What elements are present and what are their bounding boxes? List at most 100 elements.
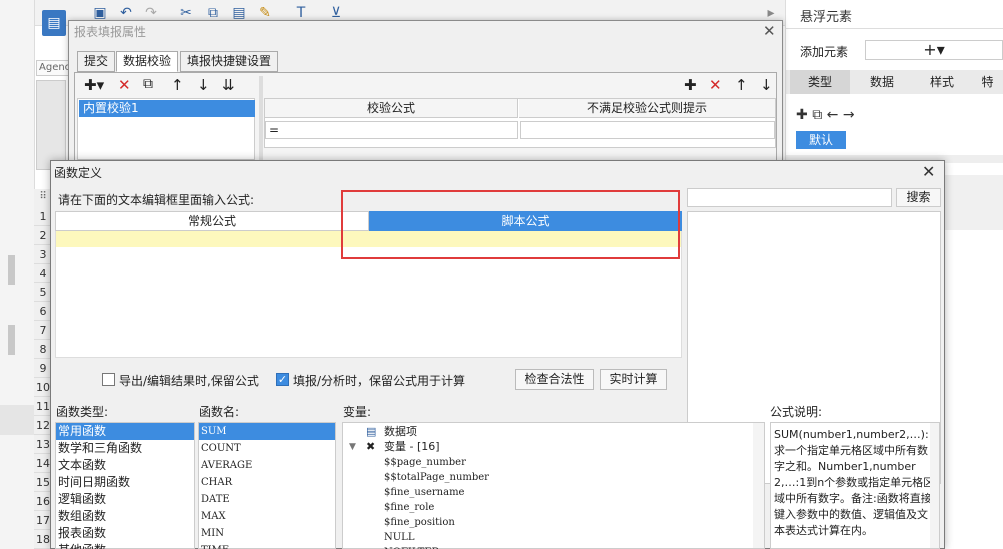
search-input[interactable] <box>687 188 892 207</box>
fill-keep-formula-checkbox[interactable]: ✓ <box>276 373 289 386</box>
tree-item[interactable]: $fine_role <box>384 500 434 515</box>
tree-item[interactable]: $fine_position <box>384 515 455 530</box>
left-sidebar <box>0 0 35 549</box>
move-bottom-icon[interactable]: ⇊ <box>222 76 235 94</box>
function-type-label: 函数类型: <box>56 405 109 419</box>
tab-type[interactable]: 类型 <box>790 70 850 94</box>
tree-item[interactable]: $fine_username <box>384 485 464 500</box>
default-item[interactable]: 默认 <box>796 131 846 149</box>
arrow-up-icon[interactable]: ↑ <box>171 76 184 94</box>
list-item[interactable]: 逻辑函数 <box>56 491 194 508</box>
copy-icon[interactable]: ⧉ <box>812 107 822 123</box>
template-icon[interactable]: ▤ <box>42 10 66 36</box>
left-sidebar-panel <box>0 405 35 435</box>
message-cell[interactable] <box>520 121 775 139</box>
add-icon[interactable]: ✚▾ <box>84 76 104 94</box>
arrow-down-icon[interactable]: ↓ <box>197 76 210 94</box>
tree-item[interactable]: $$totalPage_number <box>384 470 489 485</box>
add-icon[interactable]: ✚ <box>796 107 808 123</box>
delete-icon[interactable]: ✕ <box>118 76 131 94</box>
format-brush-icon[interactable]: ✎ <box>257 5 273 21</box>
save-icon[interactable]: ▣ <box>92 5 108 21</box>
redo-icon[interactable]: ↷ <box>143 5 159 21</box>
formula-description-label: 公式说明: <box>770 405 823 419</box>
table-icon: ▤ <box>366 425 377 438</box>
splitter[interactable] <box>259 76 263 160</box>
arrow-right-icon[interactable]: → <box>843 107 855 123</box>
list-item[interactable]: COUNT <box>199 440 335 457</box>
scrollbar[interactable] <box>930 423 939 548</box>
list-item[interactable]: CHAR <box>199 474 335 491</box>
realtime-calc-button[interactable]: 实时计算 <box>600 369 667 390</box>
left-scrollbar-thumb-2[interactable] <box>8 325 15 355</box>
tab-style[interactable]: 样式 <box>912 70 972 94</box>
tab-submit[interactable]: 提交 <box>77 51 116 72</box>
copy-icon[interactable]: ⧉ <box>143 76 153 92</box>
list-item[interactable]: 文本函数 <box>56 457 194 474</box>
add-element-label: 添加元素 <box>800 45 849 59</box>
copy-icon[interactable]: ⧉ <box>205 5 221 21</box>
dialog-title: 报表填报属性 <box>74 25 147 39</box>
left-scrollbar-thumb[interactable] <box>8 255 15 285</box>
search-button[interactable]: 搜索 <box>896 188 941 207</box>
formula-cell[interactable]: = <box>265 121 518 139</box>
export-keep-formula-checkbox[interactable] <box>102 373 115 386</box>
close-icon[interactable]: ✕ <box>922 162 935 181</box>
formula-description: SUM(number1,number2,…):求一个指定单元格区域中所有数字之和… <box>770 422 940 549</box>
checkbox-label: 填报/分析时，保留公式用于计算 <box>293 374 466 388</box>
tab-normal-formula[interactable]: 常规公式 <box>55 211 369 231</box>
panel-title: 悬浮元素 <box>800 10 853 25</box>
list-item[interactable]: 其他函数 <box>56 542 194 549</box>
list-item[interactable]: 数组函数 <box>56 508 194 525</box>
chevron-down-icon[interactable]: ▼ <box>349 440 356 455</box>
tab-data-validation[interactable]: 数据校验 <box>116 51 179 72</box>
checkbox-label: 导出/编辑结果时,保留公式 <box>119 374 259 388</box>
tree-item[interactable]: 数据项 <box>384 424 417 439</box>
arrow-up-icon[interactable]: ↑ <box>735 76 748 94</box>
highlight-annotation-box <box>341 190 680 259</box>
ruler <box>36 80 66 170</box>
text-icon[interactable]: T <box>293 5 309 21</box>
list-item[interactable]: 数学和三角函数 <box>56 440 194 457</box>
check-validity-button[interactable]: 检查合法性 <box>515 369 594 390</box>
delete-icon[interactable]: ✕ <box>709 76 722 94</box>
divider <box>786 28 1003 29</box>
tab-shortcut-settings[interactable]: 填报快捷键设置 <box>180 51 279 72</box>
variable-icon: ✖ <box>366 440 376 453</box>
list-item[interactable]: TIME <box>199 542 335 549</box>
variables-label: 变量: <box>343 405 372 419</box>
cut-icon[interactable]: ✂ <box>178 5 194 21</box>
list-item[interactable]: 时间日期函数 <box>56 474 194 491</box>
list-item[interactable]: 报表函数 <box>56 525 194 542</box>
panel-toolbar: ✚ ⧉ ← → <box>796 107 855 123</box>
undo-icon[interactable]: ↶ <box>118 5 134 21</box>
close-icon[interactable]: ✕ <box>763 22 776 40</box>
paste-icon[interactable]: ▤ <box>231 5 247 21</box>
tree-item[interactable]: $$page_number <box>384 455 466 470</box>
tree-item[interactable]: 变量 - [16] <box>384 439 440 454</box>
list-item[interactable]: 内置校验1 <box>79 100 255 117</box>
column-header: 校验公式 <box>265 99 518 118</box>
tree-item[interactable]: NULL <box>384 530 414 545</box>
list-item[interactable]: 常用函数 <box>56 423 194 440</box>
list-item[interactable]: DATE <box>199 491 335 508</box>
arrow-left-icon[interactable]: ← <box>827 107 839 123</box>
column-header: 不满足校验公式则提示 <box>519 99 775 118</box>
formula-prompt: 请在下面的文本编辑框里面输入公式: <box>58 193 255 207</box>
insert-icon[interactable]: ⊻ <box>328 5 344 21</box>
scrollbar[interactable] <box>753 423 764 548</box>
list-item[interactable]: SUM <box>199 423 335 440</box>
tab-data[interactable]: 数据 <box>852 70 912 94</box>
tree-item[interactable]: NOFILTER <box>384 545 439 549</box>
arrow-down-icon[interactable]: ↓ <box>760 76 773 94</box>
function-name-label: 函数名: <box>199 405 240 419</box>
add-icon[interactable]: ✚ <box>684 76 697 94</box>
list-item[interactable]: MAX <box>199 508 335 525</box>
add-element-dropdown[interactable]: +▾ <box>865 40 1003 60</box>
tab-special[interactable]: 特 <box>972 70 1003 94</box>
list-item[interactable]: MIN <box>199 525 335 542</box>
list-item[interactable]: AVERAGE <box>199 457 335 474</box>
chevron-right-icon[interactable]: ▸ <box>763 5 779 21</box>
dialog-title: 函数定义 <box>54 166 103 180</box>
panel-grey-area <box>940 175 1003 230</box>
